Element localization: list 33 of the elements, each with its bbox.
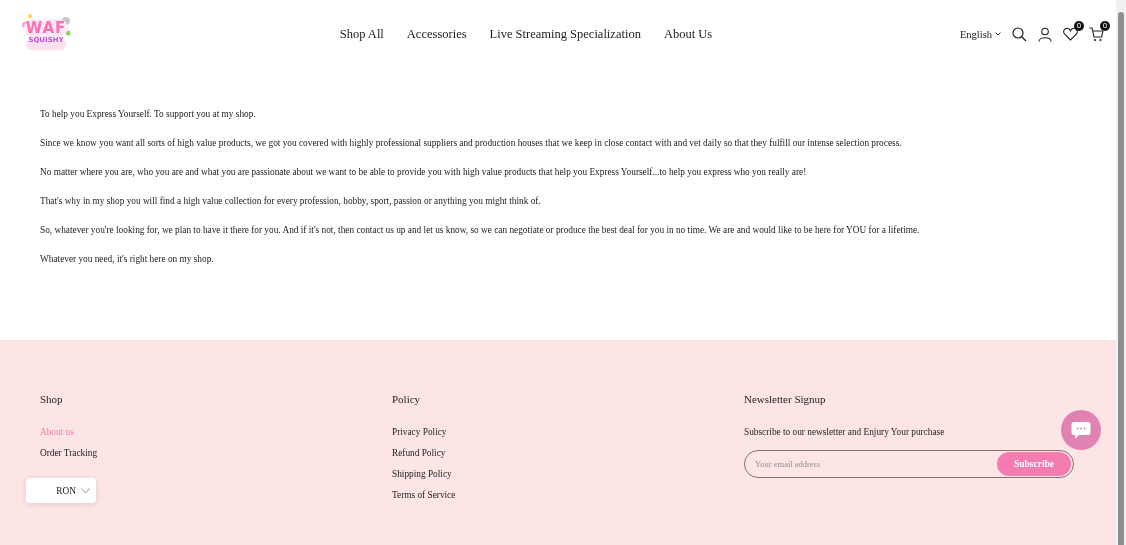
language-selector[interactable]: English xyxy=(959,28,1001,40)
footer-heading: Policy xyxy=(392,393,422,405)
footer-heading: Newsletter Signup xyxy=(744,393,827,405)
nav-link[interactable]: About Us xyxy=(663,26,713,42)
footer-link[interactable]: Order Tracking xyxy=(40,448,98,458)
paragraph: No matter where you are, who you are and what you are passionate about we want to be able to provide you with high value products that help you Express Yourself...to help you express who you really are! xyxy=(40,166,808,178)
search-icon[interactable] xyxy=(1012,26,1027,42)
logo-text: WAF xyxy=(25,20,67,36)
paragraph: Since we know you want all sorts of high value products, we got you covered with highly professional suppliers and production houses that we keep in close contact with and vet daily so that they fulfill our intense selection process. xyxy=(40,137,903,149)
footer-link[interactable]: Shipping Policy xyxy=(392,469,452,479)
footer-link[interactable]: Refund Policy xyxy=(392,448,446,458)
chevron-down-icon xyxy=(81,487,90,494)
nav-link[interactable]: Accessories xyxy=(406,26,467,42)
chat-button[interactable] xyxy=(1061,410,1101,450)
currency-selector[interactable]: RON xyxy=(26,478,96,503)
paragraph: Whatever you need, it's right here on my shop. xyxy=(40,253,215,265)
paragraph: To help you Express Yourself. To support you at my shop. xyxy=(40,108,257,120)
footer-link[interactable]: Privacy Policy xyxy=(392,427,447,437)
cart-icon[interactable] xyxy=(1089,26,1104,42)
scrollbar-thumb[interactable] xyxy=(1118,12,1124,545)
footer-heading: Shop xyxy=(40,393,64,405)
paragraph: That's why in my shop you will find a high value collection for every profession, hobby, sport, passion or anything you might think of. xyxy=(40,195,542,207)
bubbles-drawing xyxy=(20,12,72,53)
heart-icon[interactable] xyxy=(1063,27,1078,41)
nav-link[interactable]: Shop All xyxy=(339,26,384,42)
footer-link[interactable]: Terms of Service xyxy=(392,490,456,500)
chat-bubble-icon xyxy=(1071,420,1091,440)
newsletter-text: Subscribe to our newsletter and Enjury Your purchase xyxy=(744,427,946,437)
chevron-down-icon xyxy=(995,32,1001,36)
nav-link[interactable]: Live Streaming Specialization xyxy=(489,26,641,42)
user-icon[interactable] xyxy=(1038,26,1052,42)
scrollbar[interactable] xyxy=(1116,0,1126,545)
paragraph: So, whatever you're looking for, we plan to have it there for you. And if it's not, then contact us up and let us know, so we can negotiate or produce the best deal for you in no time. We are and would like to be here for YOU for a lifetime. xyxy=(40,224,921,236)
